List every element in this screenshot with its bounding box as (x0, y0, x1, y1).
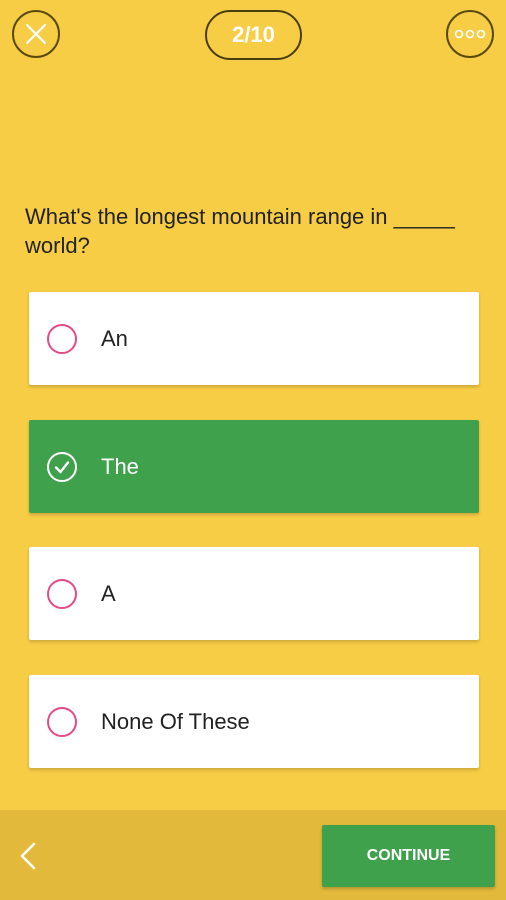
answer-option-label: The (101, 453, 139, 479)
answer-option-label: A (101, 580, 116, 606)
question-text: What's the longest mountain range in ___… (25, 204, 455, 258)
question-counter: 2/10 (205, 10, 302, 60)
top-bar: 2/10 (0, 0, 506, 70)
radio-unselected-icon (47, 323, 77, 354)
back-button[interactable] (14, 838, 44, 874)
chevron-left-icon (20, 842, 36, 870)
radio-checked-icon (47, 451, 77, 482)
close-icon (25, 23, 47, 45)
more-options-icon (454, 29, 486, 39)
bottom-bar: CONTINUE (0, 810, 506, 900)
answer-option-none-of-these[interactable]: None Of These (29, 675, 479, 768)
close-button[interactable] (12, 10, 60, 58)
more-options-button[interactable] (446, 10, 494, 58)
radio-unselected-icon (47, 578, 77, 609)
answer-option-label: An (101, 325, 128, 351)
continue-button[interactable]: CONTINUE (322, 825, 495, 887)
answer-option-label: None Of These (101, 708, 250, 734)
radio-unselected-icon (47, 706, 77, 737)
answer-option-an[interactable]: An (29, 292, 479, 385)
answer-option-the[interactable]: The (29, 420, 479, 513)
answer-option-a[interactable]: A (29, 547, 479, 640)
